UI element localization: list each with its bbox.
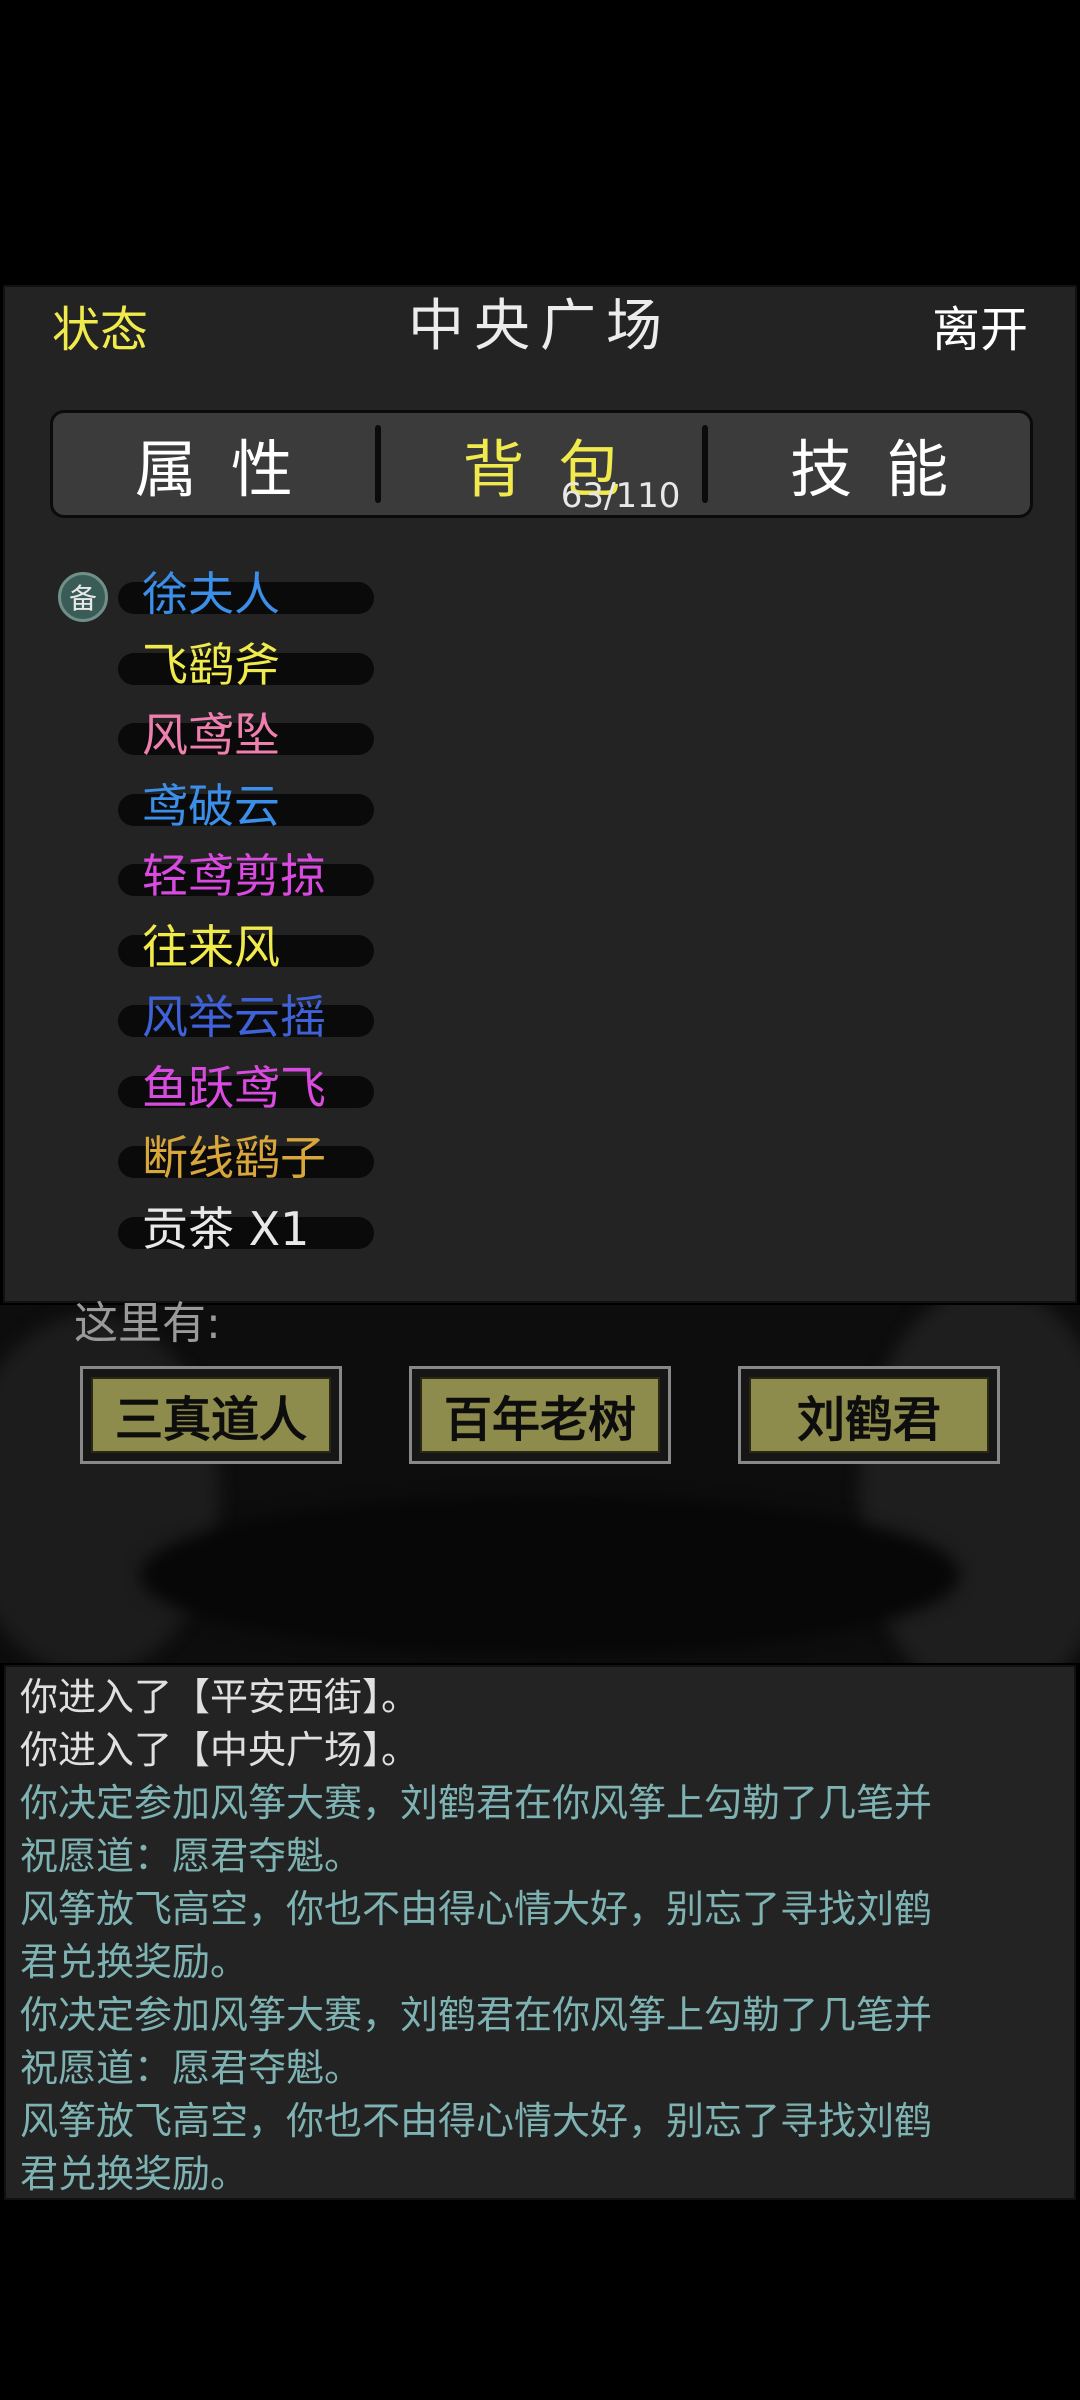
npc-button[interactable]: 三真道人 [80, 1366, 342, 1464]
inventory-item[interactable]: 往来风 [118, 917, 378, 977]
log-line: 祝愿道：愿君夺魁。 [20, 1834, 363, 1878]
inventory-capacity: 63/110 [560, 476, 681, 516]
inventory-item[interactable]: 断线鹞子 [118, 1128, 378, 1188]
inventory-item[interactable]: 鱼跃鸢飞 [118, 1058, 378, 1118]
leave-button[interactable]: 离开 [932, 300, 1028, 360]
log-line: 你进入了【平安西街】。 [20, 1675, 420, 1719]
inventory-item[interactable]: 贡茶 X1 [118, 1199, 378, 1259]
tab-bar: 属性 背包 63/110 技能 [50, 410, 1033, 518]
tab-inventory[interactable]: 背包 63/110 [381, 413, 703, 515]
item-name: 风举云摇 [142, 990, 326, 1044]
scene-area [0, 1305, 1080, 1663]
npc-button[interactable]: 百年老树 [409, 1366, 671, 1464]
inventory-item[interactable]: 风鸢坠 [118, 705, 378, 765]
mist-decoration [140, 1495, 960, 1655]
log-line: 君兑换奖励。 [20, 1940, 249, 1984]
log-line: 风筝放飞高空，你也不由得心情大好，别忘了寻找刘鹤 [20, 1887, 933, 1931]
item-name: 风鸢坠 [142, 708, 280, 762]
item-name: 轻鸢剪掠 [142, 849, 326, 903]
item-name: 贡茶 X1 [142, 1201, 310, 1256]
log-line: 你决定参加风筝大赛，刘鹤君在你风筝上勾勒了几笔并 [20, 1781, 933, 1825]
log-line: 风筝放飞高空，你也不由得心情大好，别忘了寻找刘鹤 [20, 2099, 933, 2143]
item-name: 往来风 [142, 919, 280, 974]
tab-label: 属性 [134, 433, 327, 506]
tab-label: 技能 [790, 433, 983, 506]
log-line: 你决定参加风筝大赛，刘鹤君在你风筝上勾勒了几笔并 [20, 1993, 933, 2037]
item-name: 飞鹞斧 [142, 637, 280, 692]
log-line: 你进入了【中央广场】。 [20, 1728, 420, 1772]
inventory-item[interactable]: 风举云摇 [118, 987, 378, 1047]
inventory-item[interactable]: 鸢破云 [118, 776, 378, 836]
npc-label: 三真道人 [91, 1377, 331, 1453]
location-title: 中央广场 [408, 294, 672, 359]
message-log[interactable]: 你进入了【平安西街】。 你进入了【中央广场】。你决定参加风筝大赛，刘鹤君在你风筝上… [4, 1665, 1076, 2200]
here-label: 这里有: [74, 1298, 221, 1349]
log-line: 祝愿道：愿君夺魁。 [20, 2046, 363, 2090]
tab-skills[interactable]: 技能 [708, 413, 1030, 515]
npc-label: 刘鹤君 [749, 1377, 989, 1453]
inventory-item[interactable]: 徐夫人 [118, 564, 378, 624]
item-name: 断线鹞子 [142, 1131, 326, 1185]
tab-attributes[interactable]: 属性 [53, 413, 375, 515]
equipped-badge-icon: 备 [58, 572, 108, 622]
item-name: 鸢破云 [142, 778, 280, 833]
npc-label: 百年老树 [420, 1377, 660, 1453]
inventory-item[interactable]: 飞鹞斧 [118, 635, 378, 695]
item-name: 徐夫人 [142, 567, 280, 621]
inventory-item[interactable]: 轻鸢剪掠 [118, 846, 378, 906]
log-line: 君兑换奖励。 [20, 2152, 249, 2196]
npc-button[interactable]: 刘鹤君 [738, 1366, 1000, 1464]
item-name: 鱼跃鸢飞 [142, 1060, 326, 1115]
